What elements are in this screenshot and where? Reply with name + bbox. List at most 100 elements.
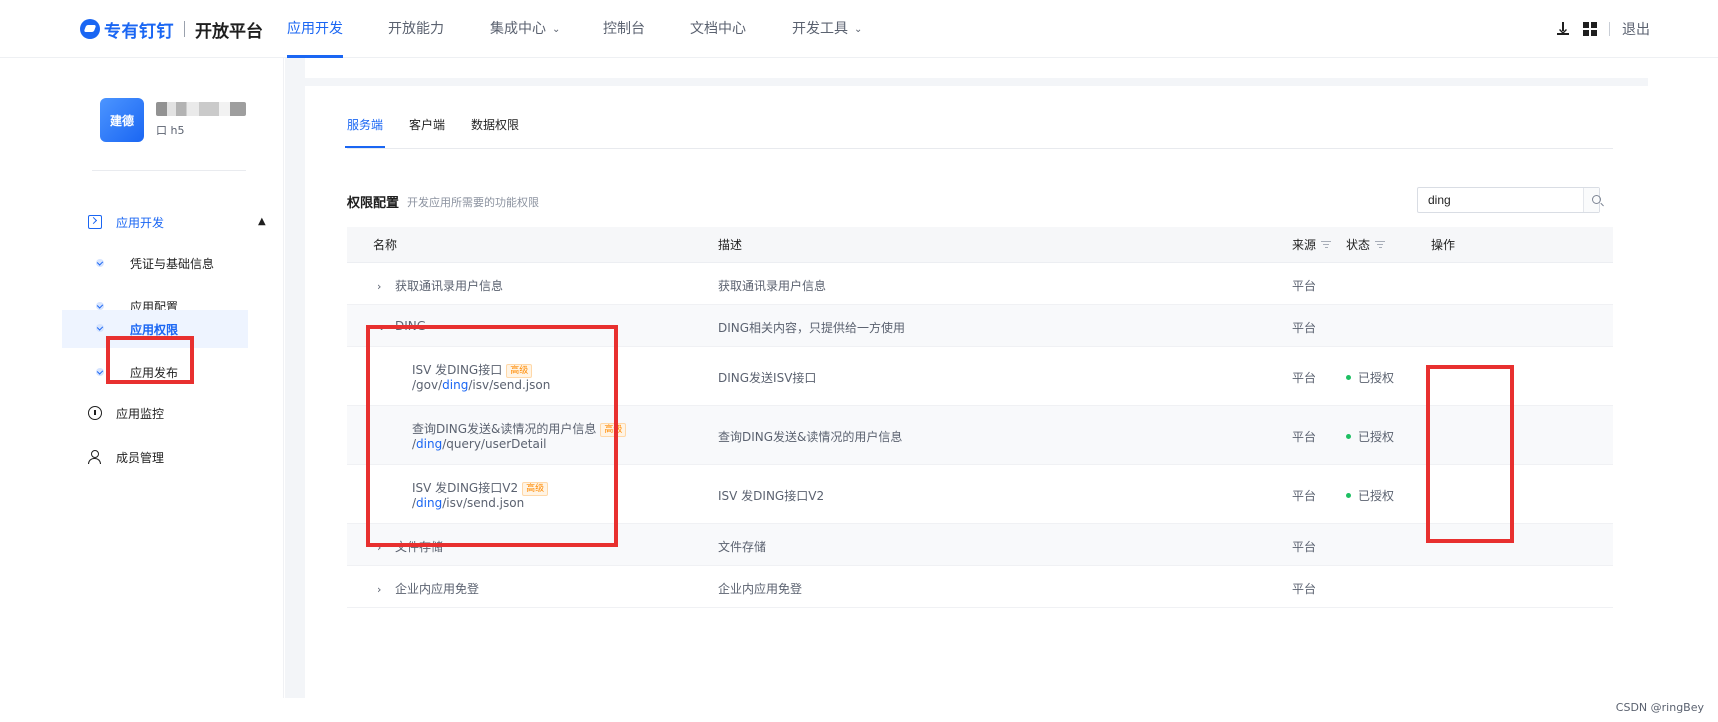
table-row[interactable]: ISV 发DING接口V2 高级 /ding/isv/send.json ISV … [347, 465, 1613, 524]
user-add-icon [88, 450, 102, 464]
divider [1609, 22, 1610, 36]
top-nav: 专有钉钉 开放平台 应用开发 开放能力 集成中心 ⌄ 控制台 文档中心 开发工具 ⌄… [0, 0, 1718, 58]
row-desc: ISV 发DING接口V2 [718, 489, 825, 503]
search-icon[interactable] [1583, 188, 1601, 212]
row-api-path: /gov/ding/isv/send.json [412, 378, 551, 392]
row-source: 平台 [1292, 582, 1317, 596]
status-badge: 已授权 [1346, 428, 1394, 445]
row-desc: 文件存储 [718, 540, 767, 554]
row-name: › 获取通讯录用户信息 [377, 279, 504, 293]
nav-integration-center[interactable]: 集成中心 ⌄ [490, 0, 560, 58]
table-row[interactable]: 查询DING发送&读情况的用户信息 高级 /ding/query/userDeta… [347, 406, 1613, 465]
advanced-badge: 高级 [506, 364, 533, 378]
col-source[interactable]: 来源 [1292, 227, 1332, 263]
row-desc: DING相关内容，只提供给一方使用 [718, 321, 906, 335]
nav-docs-center[interactable]: 文档中心 [690, 0, 746, 58]
sidebar-divider [92, 170, 246, 171]
top-strip [305, 58, 1648, 78]
app-card: 建德 口 h5 [100, 98, 270, 148]
app-subtitle: 口 h5 [156, 124, 185, 137]
row-desc: 查询DING发送&读情况的用户信息 [718, 430, 903, 444]
row-source: 平台 [1292, 430, 1317, 444]
table-header: 名称 描述 来源 状态 操作 [347, 227, 1613, 263]
nav-app-dev[interactable]: 应用开发 [287, 0, 343, 58]
sidebar-item-label: 应用发布 [130, 365, 179, 380]
chevron-right-icon[interactable]: › [377, 280, 387, 293]
col-desc: 描述 [718, 238, 743, 252]
chevron-down-icon[interactable]: ⌄ [377, 320, 387, 333]
table-row[interactable]: › 获取通讯录用户信息 获取通讯录用户信息 平台 [347, 263, 1613, 305]
sidebar-item-app-publish[interactable]: 应用发布 [62, 354, 248, 390]
check-circle-icon [96, 259, 104, 267]
download-icon[interactable] [1555, 21, 1571, 37]
advanced-badge: 高级 [522, 482, 549, 496]
app-name-redacted [156, 102, 246, 116]
sidebar-group-app-dev[interactable]: 应用开发 ▲ [88, 211, 276, 233]
row-name: 查询DING发送&读情况的用户信息 高级 [412, 420, 627, 437]
col-action: 操作 [1431, 238, 1456, 252]
section-title: 权限配置 [347, 196, 400, 211]
chevron-right-icon[interactable]: › [377, 541, 387, 554]
filter-icon[interactable] [1375, 241, 1386, 249]
col-status[interactable]: 状态 [1346, 227, 1386, 263]
tab-data-permissions[interactable]: 数据权限 [471, 116, 519, 140]
check-circle-icon [96, 324, 104, 332]
nav-open-ability[interactable]: 开放能力 [388, 0, 444, 58]
brand-product: 开放平台 [195, 21, 263, 42]
row-api-path: /ding/isv/send.json [412, 496, 525, 510]
tab-server[interactable]: 服务端 [344, 116, 386, 148]
chevron-right-icon[interactable]: › [377, 583, 387, 596]
row-source: 平台 [1292, 321, 1317, 335]
permissions-card: 服务端 客户端 数据权限 权限配置 开发应用所需要的功能权限 名称 描述 来源 … [305, 86, 1648, 698]
table-row[interactable]: › 文件存储 文件存储 平台 [347, 524, 1613, 566]
row-name: › 企业内应用免登 [377, 582, 480, 596]
row-source: 平台 [1292, 279, 1317, 293]
dingtalk-logo-icon [80, 19, 100, 39]
tab-client[interactable]: 客户端 [409, 116, 445, 140]
app-avatar: 建德 [100, 98, 144, 142]
row-desc: DING发送ISV接口 [718, 371, 817, 385]
sidebar-group-label: 应用开发 [116, 215, 165, 230]
permissions-table: 名称 描述 来源 状态 操作 › 获取通讯录用户信息 获取通讯录用户信息 平台 ⌄… [347, 227, 1613, 608]
logout-link[interactable]: 退出 [1622, 19, 1650, 39]
watermark: CSDN @ringBey [1615, 701, 1704, 714]
row-name: ISV 发DING接口 高级 [412, 361, 533, 378]
sidebar-item-label: 应用权限 [130, 322, 179, 337]
row-source: 平台 [1292, 489, 1317, 503]
sidebar-item-app-permissions[interactable]: 应用权限 [62, 310, 248, 348]
table-row[interactable]: › 企业内应用免登 企业内应用免登 平台 [347, 566, 1613, 608]
table-row[interactable]: ⌄ DING DING相关内容，只提供给一方使用 平台 [347, 305, 1613, 347]
check-circle-icon [96, 302, 104, 310]
chevron-down-icon: ⌄ [854, 24, 863, 35]
nav-console[interactable]: 控制台 [603, 0, 645, 58]
chevron-down-icon: ⌄ [552, 24, 561, 35]
status-badge: 已授权 [1346, 487, 1394, 504]
row-name: ISV 发DING接口V2 高级 [412, 479, 549, 496]
search-input[interactable] [1418, 188, 1583, 212]
terminal-icon [88, 215, 102, 229]
sidebar-group-label: 成员管理 [116, 450, 165, 465]
row-source: 平台 [1292, 540, 1317, 554]
check-circle-icon [96, 368, 104, 376]
tab-bar: 服务端 客户端 数据权限 [344, 116, 545, 148]
logo-divider [184, 21, 185, 37]
row-source: 平台 [1292, 371, 1317, 385]
row-desc: 企业内应用免登 [718, 582, 803, 596]
sidebar-item-credentials[interactable]: 凭证与基础信息 [62, 245, 248, 281]
nav-dev-tools[interactable]: 开发工具 ⌄ [792, 0, 862, 58]
sidebar-group-label: 应用监控 [116, 406, 165, 421]
status-badge: 已授权 [1346, 369, 1394, 386]
row-desc: 获取通讯录用户信息 [718, 279, 827, 293]
sidebar-group-monitor[interactable]: 应用监控 [88, 402, 164, 424]
sidebar: 建德 口 h5 应用开发 ▲ 凭证与基础信息 应用配置 应用权限 应用发布 应用… [60, 58, 284, 698]
table-row[interactable]: ISV 发DING接口 高级 /gov/ding/isv/send.json DI… [347, 347, 1613, 406]
section-description: 开发应用所需要的功能权限 [407, 196, 539, 209]
brand-name: 专有钉钉 [104, 21, 174, 42]
sidebar-item-label: 凭证与基础信息 [130, 256, 215, 271]
row-api-path: /ding/query/userDetail [412, 437, 547, 451]
chevron-up-icon: ▲ [258, 216, 266, 227]
brand-logo[interactable]: 专有钉钉 开放平台 [80, 17, 263, 42]
apps-grid-icon[interactable] [1583, 22, 1597, 36]
filter-icon[interactable] [1321, 241, 1332, 249]
sidebar-group-members[interactable]: 成员管理 [88, 446, 164, 468]
